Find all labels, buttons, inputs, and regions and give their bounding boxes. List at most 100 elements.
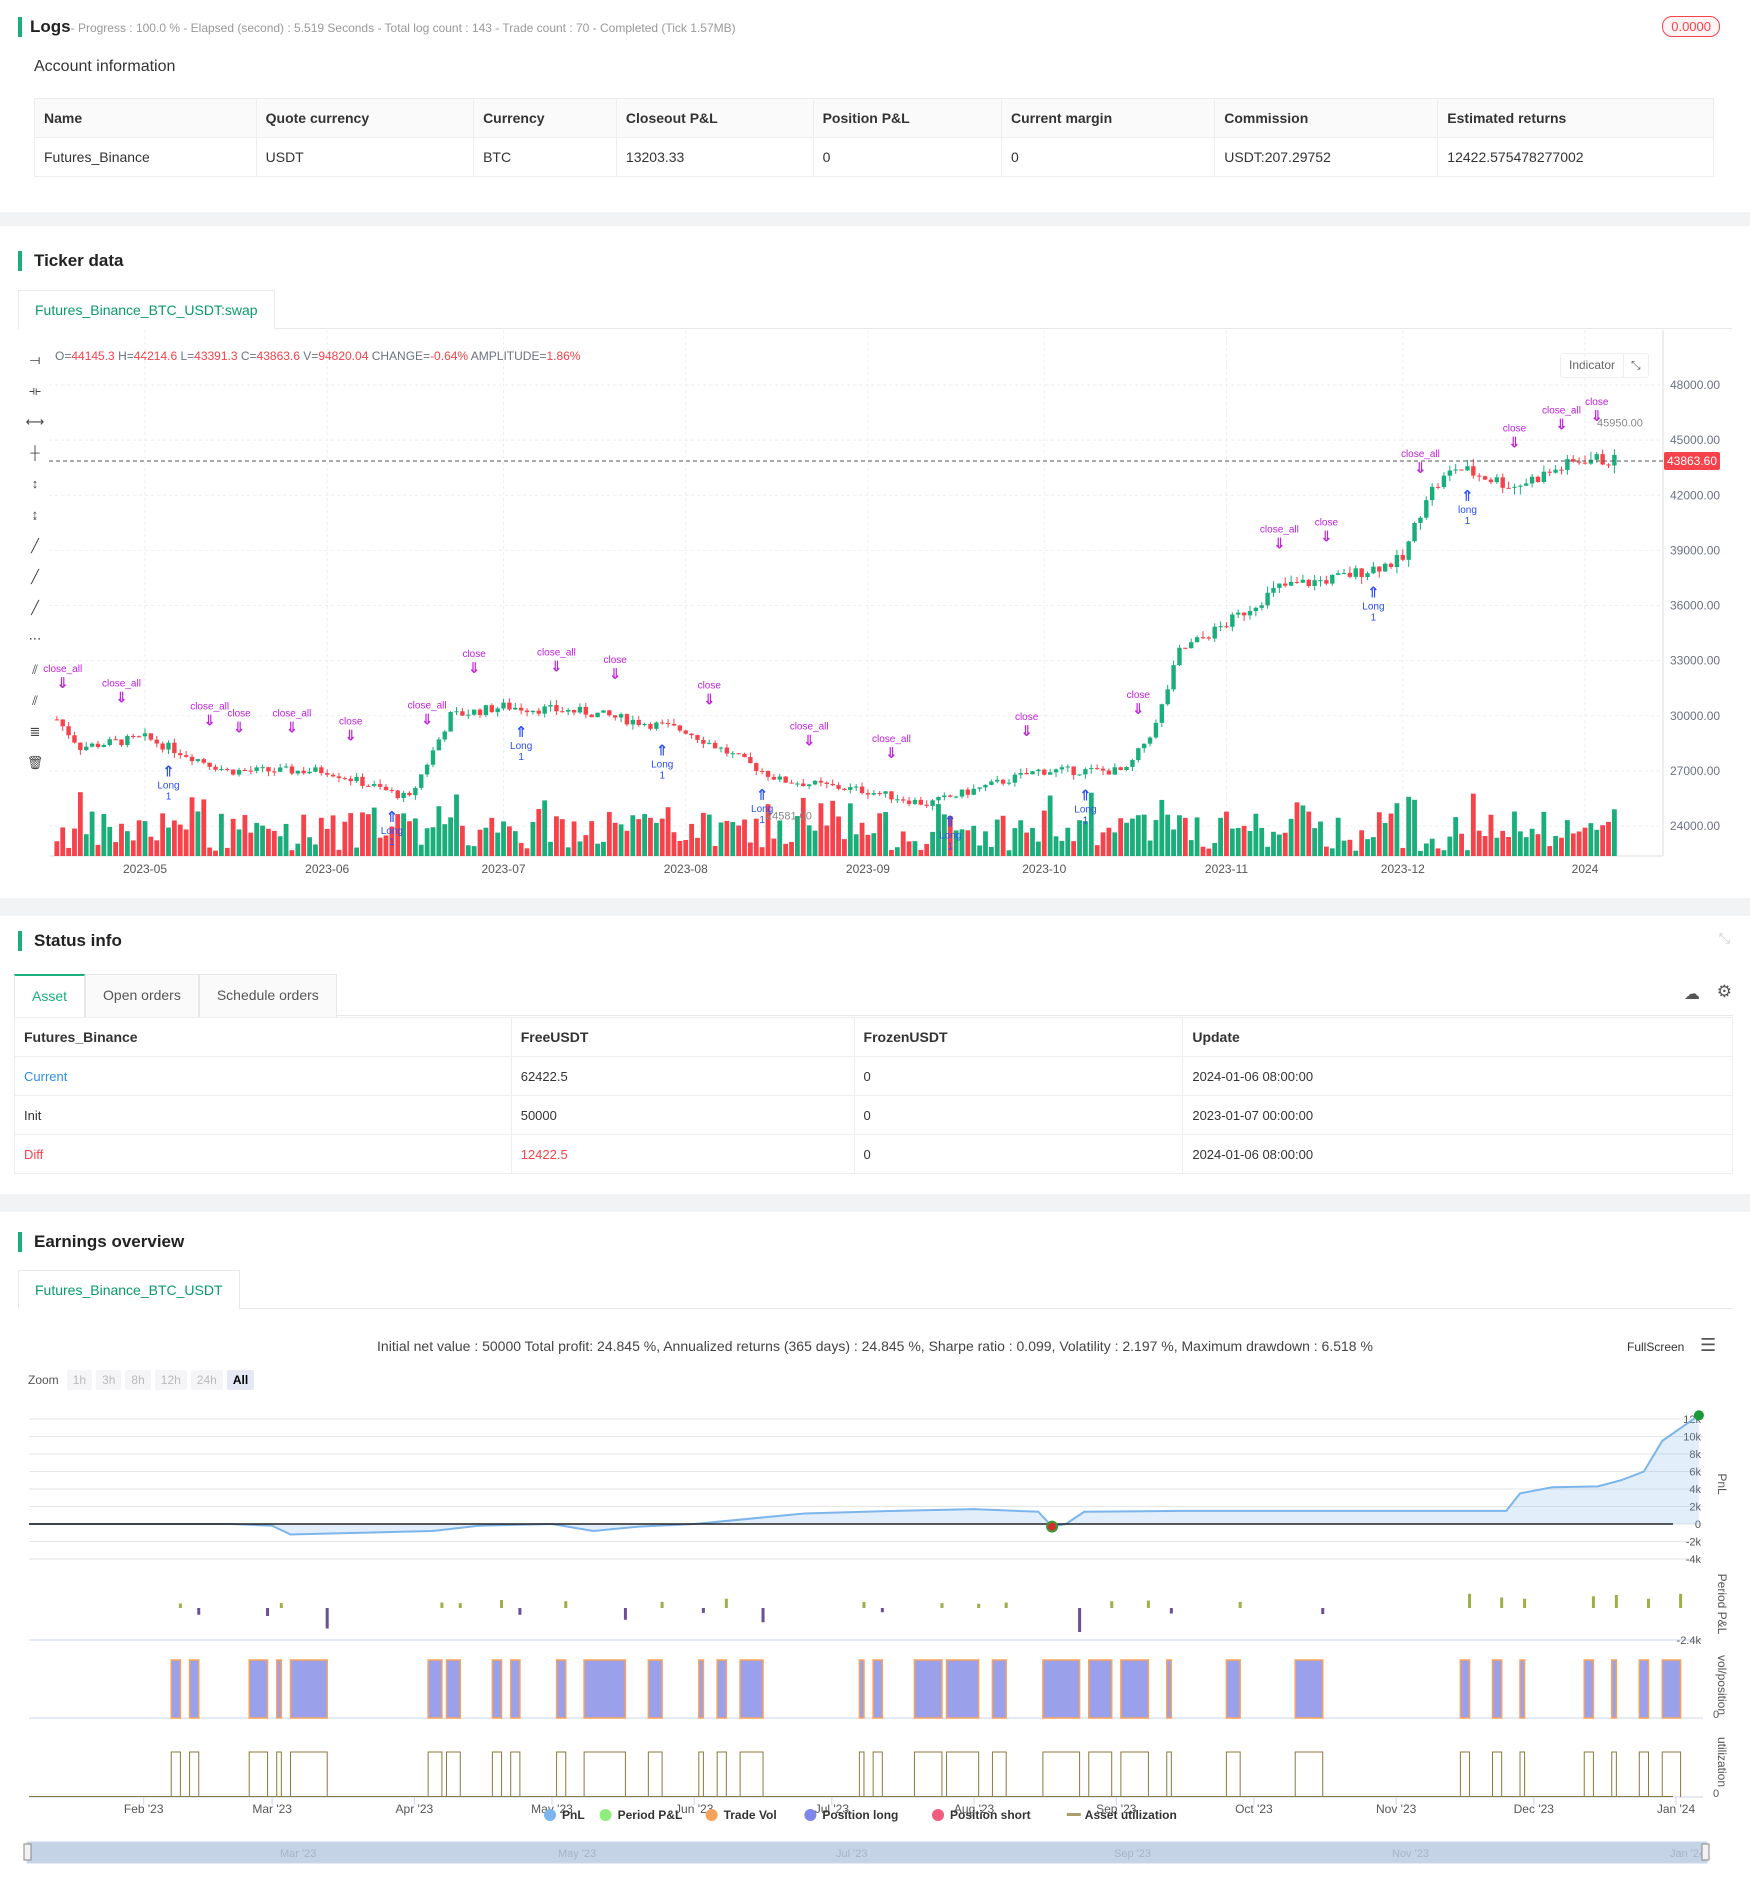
table-cell: 0 [853,1056,1184,1096]
navigator-tick-label: Sep '23 [1114,1848,1151,1860]
legend-item[interactable]: Period P&L [618,1808,683,1822]
close-arrow-icon: ⇓ [344,727,357,744]
volume-bar [477,829,483,856]
candle-body [483,705,489,716]
volume-bar [889,850,894,856]
utilization-step [1225,1751,1241,1797]
position-long-block [188,1659,200,1719]
x-tick-label: 2024 [1572,862,1599,876]
volume-bar [1271,831,1276,856]
period-pnl-bar [701,1608,705,1613]
navigator-tick-label: Nov '23 [1392,1848,1429,1860]
volume-bar [1470,793,1476,856]
candle-body [1036,769,1041,772]
candle-body [689,733,694,736]
table-cell[interactable]: Current [14,1056,512,1096]
volume-bar [1606,821,1611,856]
gear-icon[interactable]: ⚙ [1717,982,1732,1002]
column-header: Closeout P&L [615,98,814,138]
legend-item[interactable]: Position long [822,1808,898,1822]
legend-item[interactable]: PnL [562,1808,585,1822]
legend-item[interactable]: Position short [950,1808,1031,1822]
tab-open-orders[interactable]: Open orders [85,974,199,1017]
signal-label: Long [157,781,179,792]
candle-body [936,796,941,801]
volume-bar [1265,846,1271,856]
volume-bar [971,825,977,856]
volume-bar [1547,846,1553,856]
volume-bar [842,839,847,856]
volume-bar [1147,840,1153,856]
collapse-icon[interactable]: ⤡ [1719,930,1730,947]
candle-body [172,742,177,754]
close-arrow-icon: ⇓ [1020,723,1033,740]
table-cell[interactable]: Diff [14,1134,512,1174]
position-long-block [427,1659,443,1719]
volume-bar [800,797,806,856]
zoom-button-1h[interactable]: 1h [66,1370,93,1390]
zoom-button-3h[interactable]: 3h [96,1370,122,1390]
legend-item[interactable]: Asset utilization [1085,1808,1177,1822]
volume-bar [418,844,424,856]
candle-body [1371,566,1376,574]
position-long-block [509,1659,521,1719]
x-tick-label: 2023-09 [846,862,890,876]
period-pnl-bar [518,1608,522,1615]
fullscreen-button[interactable]: FullScreen [1627,1340,1684,1354]
close-arrow-icon: ⇓ [1273,536,1286,553]
zoom-button-8h[interactable]: 8h [125,1370,151,1390]
volume-bar [301,814,307,856]
tab-asset[interactable]: Asset [14,974,86,1017]
volume-bar [1165,814,1171,856]
y-tick-label: -4k [1686,1554,1702,1566]
table-cell: Futures_Binance [34,137,257,177]
candle-body [72,735,77,743]
volume-bar [1329,848,1335,856]
position-long-block [491,1659,503,1719]
tab-earnings-symbol[interactable]: Futures_Binance_BTC_USDT [18,1270,240,1309]
candle-body [942,795,947,797]
tab-schedule-orders[interactable]: Schedule orders [198,974,337,1017]
candle-body [148,733,154,740]
candle-body [1576,461,1582,463]
volume-bar [1423,843,1429,856]
menu-icon[interactable]: ☰ [1700,1335,1716,1356]
volume-bar [1500,830,1506,856]
position-long-block [1519,1659,1526,1719]
pnl-area [29,1415,1699,1535]
candle-body [865,793,871,795]
candle-body [1429,486,1435,501]
candle-body [436,739,442,751]
close-arrow-icon: ⇓ [421,712,434,729]
navigator-handle[interactable] [23,1843,32,1861]
volume-bar [454,794,459,856]
volume-bar [624,830,630,856]
candle-body [948,795,953,797]
candle-body [342,778,348,780]
signal-label: close_all [1542,405,1581,416]
long-arrow-icon: ⇑ [386,809,399,826]
candle-body [524,710,530,713]
cloud-upload-icon[interactable]: ☁ [1684,984,1700,1004]
zoom-button-12h[interactable]: 12h [154,1370,187,1390]
volume-bar [1394,803,1400,856]
zoom-button-24h[interactable]: 24h [190,1370,223,1390]
volume-bar [648,817,653,856]
volume-bar [330,815,336,856]
volume-bar [1018,820,1024,856]
y-tick-label: -2k [1686,1537,1702,1549]
navigator-handle[interactable] [1701,1843,1710,1861]
volume-bar [1159,799,1165,856]
candle-body [454,711,459,713]
candle-body [877,793,882,795]
candle-body [971,788,976,795]
candle-body [1347,572,1353,577]
legend-item[interactable]: Trade Vol [724,1808,777,1822]
candle-body [577,706,583,713]
volume-bar [1182,817,1188,856]
candle-body [842,788,847,790]
tab-ticker-symbol[interactable]: Futures_Binance_BTC_USDT:swap [18,290,275,329]
candle-body [248,770,253,772]
zoom-button-all[interactable]: All [226,1370,255,1390]
volume-bar [1541,811,1547,856]
